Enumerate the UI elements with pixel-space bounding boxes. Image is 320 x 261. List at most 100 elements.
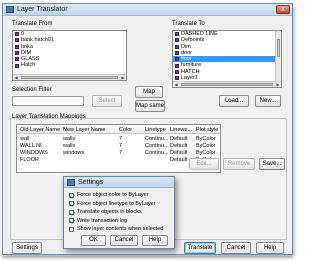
checkbox[interactable] — [69, 192, 74, 198]
new-button[interactable]: New... — [255, 95, 281, 107]
table-cell: WINDOWS — [20, 150, 48, 156]
window-title: Layer Translator — [17, 6, 68, 13]
table-cell: Default — [170, 157, 188, 163]
help-button[interactable]: Help — [256, 242, 284, 254]
table-cell: Default — [170, 143, 188, 149]
layer-icon — [175, 63, 179, 68]
scroll-right-icon[interactable]: ▶ — [275, 82, 281, 87]
table-cell: Default — [170, 136, 188, 142]
select-button[interactable]: Select — [92, 95, 122, 107]
layer-icon — [175, 51, 179, 56]
column-header[interactable]: Linetype — [145, 127, 166, 133]
cancel-button[interactable]: Cancel — [221, 242, 251, 254]
layer-icon — [175, 57, 179, 62]
scroll-thumb[interactable] — [277, 39, 280, 57]
layer-icon — [15, 63, 19, 68]
scroll-thumb[interactable] — [21, 76, 118, 79]
table-cell: wall — [20, 136, 30, 142]
settings-option[interactable]: Show layer contents when selected — [69, 225, 163, 233]
settings-button[interactable]: Settings — [12, 242, 42, 254]
remove-button[interactable]: Remove — [223, 158, 255, 170]
settings-option[interactable]: Force object linetype to ByLayer — [69, 200, 156, 208]
settings-option-label: Show layer contents when selected — [77, 226, 164, 232]
translate-from-list[interactable]: 0 bank hatch01 brika DIM GLASS Hatch ◀ ▶ — [12, 30, 127, 81]
checkbox[interactable] — [69, 209, 74, 215]
settings-cancel-button[interactable]: Cancel — [110, 235, 138, 246]
layer-icon — [175, 44, 179, 49]
table-row[interactable]: wall walls 7 Continu... Default ByColor — [17, 136, 220, 143]
selection-filter-input[interactable] — [12, 96, 84, 106]
table-cell: WALL NI — [20, 143, 42, 149]
layer-icon — [175, 38, 179, 43]
checkbox[interactable] — [69, 218, 74, 223]
table-cell: FLOOR — [20, 157, 39, 163]
settings-option-label: Force object linetype to ByLayer — [77, 200, 156, 207]
settings-dialog: Settings Force object color to ByLayer Fo… — [63, 176, 175, 249]
table-cell: ByColor — [196, 136, 216, 142]
list-item[interactable]: Hatch — [13, 62, 126, 68]
settings-ok-button[interactable]: OK — [81, 235, 106, 246]
close-icon: x — [281, 6, 285, 13]
settings-title: Settings — [78, 179, 104, 186]
scroll-left-icon[interactable]: ◀ — [13, 75, 19, 80]
table-cell: ByColor — [196, 143, 216, 149]
layer-icon — [175, 69, 179, 74]
settings-option[interactable]: Translate objects in blocks — [69, 208, 142, 216]
translate-to-hscroll[interactable]: ◀ ▶ — [173, 81, 281, 87]
scroll-thumb[interactable] — [181, 83, 273, 86]
load-button[interactable]: Load... — [219, 95, 249, 107]
layer-translator-icon — [6, 6, 14, 13]
column-header[interactable]: Linewe... — [170, 127, 192, 133]
checkbox[interactable] — [69, 201, 74, 206]
translate-to-list[interactable]: DASHED LINE Defpoints Dim door floor furnitur… — [172, 30, 282, 88]
settings-help-button[interactable]: Help — [142, 235, 168, 246]
close-button[interactable]: x — [276, 5, 290, 14]
translate-from-hscroll[interactable]: ◀ ▶ — [13, 74, 126, 80]
map-button[interactable]: Map — [135, 86, 163, 98]
list-item-label: Hatch — [21, 62, 36, 69]
table-cell: 7 — [119, 143, 123, 149]
window-titlebar[interactable]: Layer Translator x — [3, 4, 292, 16]
map-same-button[interactable]: Map same — [135, 100, 165, 112]
window-shadow — [2, 256, 293, 260]
table-cell: 7 — [119, 136, 123, 142]
column-header[interactable]: New Layer Name — [63, 127, 106, 133]
settings-option[interactable]: Write transaction log — [69, 217, 127, 225]
settings-titlebar[interactable]: Settings — [64, 177, 174, 188]
table-cell: walls — [63, 136, 76, 142]
layer-icon — [15, 32, 19, 37]
table-cell: Continu... — [145, 150, 169, 156]
layer-icon — [15, 44, 19, 49]
table-cell: ByColor — [196, 150, 216, 156]
translate-from-label: Translate From — [12, 21, 53, 27]
save-button[interactable]: Save... — [259, 158, 285, 170]
table-cell: 7 — [119, 150, 123, 156]
checkbox[interactable] — [69, 226, 74, 232]
table-cell: windows — [63, 150, 85, 156]
settings-option-label: Translate objects in blocks — [77, 209, 142, 215]
translate-to-vscroll[interactable] — [275, 31, 281, 81]
table-row[interactable]: WINDOWS windows 7 Continu... Default ByColor — [17, 150, 220, 157]
mappings-table-header: Old Layer Name New Layer Name Color Linetyp… — [17, 125, 220, 134]
edit-button[interactable]: Edit... — [189, 158, 219, 170]
scroll-left-icon[interactable]: ◀ — [173, 82, 179, 87]
layer-icon — [15, 38, 19, 43]
layer-translator-icon — [67, 179, 75, 186]
column-header[interactable]: Old Layer Name — [20, 127, 60, 133]
layer-icon — [175, 32, 179, 37]
table-row[interactable]: WALL NI walls 7 Continu... Default ByColor — [17, 143, 220, 150]
translate-to-label: Translate To — [172, 21, 205, 27]
column-header[interactable]: Plot style — [196, 127, 218, 133]
layer-icon — [175, 76, 179, 81]
table-cell: Continu... — [145, 143, 169, 149]
table-cell: Default — [170, 150, 188, 156]
settings-option-label: Force object color to ByLayer — [77, 192, 149, 198]
settings-option-label: Write transaction log — [77, 217, 128, 224]
table-cell: Continu... — [145, 136, 169, 142]
settings-option[interactable]: Force object color to ByLayer — [69, 191, 149, 199]
translate-button[interactable]: Translate — [184, 242, 216, 254]
table-cell: walls — [63, 143, 76, 149]
column-header[interactable]: Color — [119, 127, 132, 133]
scroll-right-icon[interactable]: ▶ — [120, 75, 126, 80]
layer-icon — [15, 51, 19, 56]
